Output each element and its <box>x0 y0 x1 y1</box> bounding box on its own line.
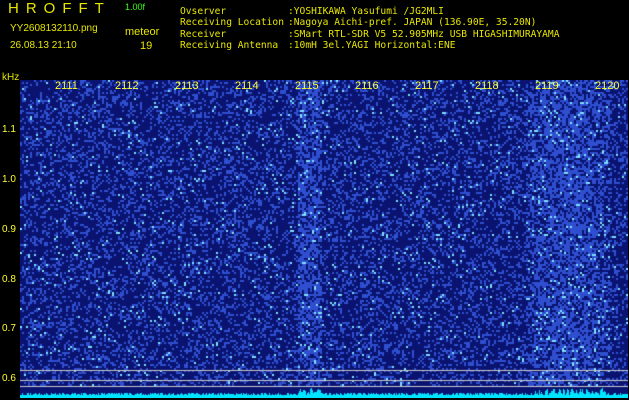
y-tick-label: 0.9 <box>2 224 16 235</box>
x-tick-label: 2119 <box>535 80 559 92</box>
x-tick-label: 2112 <box>115 80 139 92</box>
observer-value: :YOSHIKAWA Yasufumi /JG2MLI <box>288 6 444 17</box>
y-tick-label: 0.6 <box>2 373 16 384</box>
location-row: Receiving Location :Nagoya Aichi-pref. JA… <box>180 18 536 28</box>
y-tick-label: 0.8 <box>2 274 16 285</box>
y-tick-label: 1.0 <box>2 174 16 185</box>
x-tick-label: 2120 <box>595 80 620 92</box>
frequency-unit-label: kHz <box>2 72 20 83</box>
meteor-count: 19 <box>140 40 153 52</box>
y-tick-label: 0.7 <box>2 323 16 334</box>
x-tick-label: 2111 <box>55 80 78 92</box>
location-value: :Nagoya Aichi-pref. JAPAN (136.90E, 35.2… <box>288 17 537 28</box>
observer-label: Ovserver <box>180 6 227 17</box>
location-label: Receiving Location <box>180 17 284 28</box>
x-tick-label: 2116 <box>355 80 379 92</box>
y-tick-label: 1.1 <box>2 124 16 135</box>
antenna-row: Receiving Antenna :10mH 3el.YAGI Horizont… <box>180 41 456 51</box>
x-tick-label: 2117 <box>415 80 439 92</box>
antenna-label: Receiving Antenna <box>180 40 279 51</box>
meteor-label: meteor <box>125 26 160 38</box>
version-label: 1.00f <box>125 2 146 12</box>
receiver-value: :SMart RTL-SDR V5 52.905MHz USB HIGASHIM… <box>288 29 560 40</box>
x-tick-label: 2114 <box>235 80 259 92</box>
spectrogram-image <box>20 80 628 398</box>
x-tick-label: 2115 <box>295 80 319 92</box>
receiver-label: Receiver <box>180 29 227 40</box>
x-tick-label: 2118 <box>475 80 499 92</box>
antenna-value: :10mH 3el.YAGI Horizontal:ENE <box>288 40 456 51</box>
x-tick-label: 2113 <box>175 80 199 92</box>
receiver-row: Receiver :SMart RTL-SDR V5 52.905MHz USB … <box>180 30 559 40</box>
observer-row: Ovserver :YOSHIKAWA Yasufumi /JG2MLI <box>180 7 444 17</box>
observation-datetime: 26.08.13 21:10 <box>10 40 77 51</box>
app-logo: HROFFT <box>8 0 111 17</box>
file-name: YY2608132110.png <box>10 23 98 34</box>
